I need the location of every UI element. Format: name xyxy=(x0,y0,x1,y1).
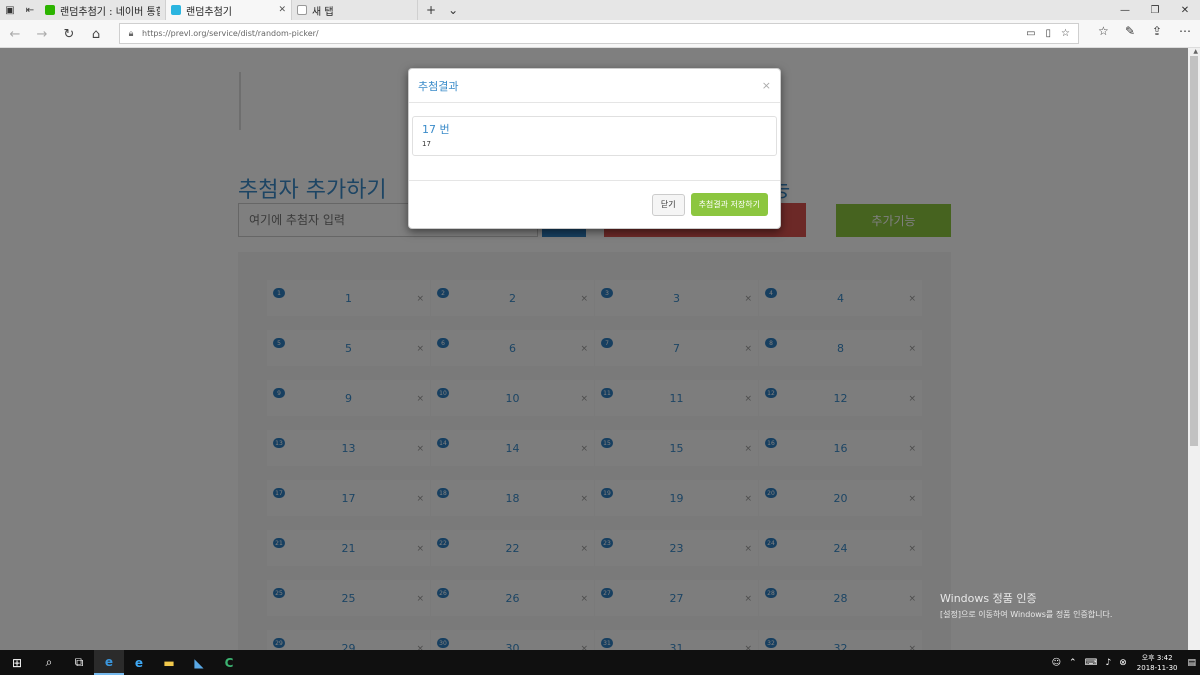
windows-start-icon[interactable]: ⊞ xyxy=(0,650,34,675)
scroll-up-icon[interactable]: ▲ xyxy=(1193,48,1198,55)
notification-error-icon[interactable]: ⊗ xyxy=(1115,658,1131,668)
favorites-hub-icon[interactable]: ☆ xyxy=(1098,24,1109,38)
scrollbar[interactable]: ▲ xyxy=(1188,48,1200,650)
lock-icon: 🔒︎ xyxy=(128,28,134,39)
app-c-icon[interactable]: C xyxy=(214,650,244,675)
tab-label: 새 탭 xyxy=(312,6,334,18)
pen-icon[interactable]: ✎ xyxy=(1125,24,1135,38)
url-text: https://prevl.org/service/dist/random-pi… xyxy=(142,29,319,38)
more-icon[interactable]: ⋯ xyxy=(1179,24,1191,38)
file-explorer-icon[interactable]: ▬ xyxy=(154,650,184,675)
site-favicon-icon xyxy=(171,5,181,15)
internet-explorer-icon[interactable]: e xyxy=(124,650,154,675)
edge-icon[interactable]: e xyxy=(94,650,124,675)
tab-label: 랜덤추첨기 : 네이버 통합검 xyxy=(60,6,160,18)
reading-view-icon[interactable]: ▭ xyxy=(1026,28,1035,39)
clock[interactable]: 오후 3:42 2018-11-30 xyxy=(1131,653,1184,673)
close-tab-icon[interactable]: ✕ xyxy=(278,5,286,15)
store-icon[interactable]: ◣ xyxy=(184,650,214,675)
forward-arrow-icon[interactable]: → xyxy=(32,24,52,44)
refresh-icon[interactable]: ↻ xyxy=(59,24,79,44)
clock-time: 오후 3:42 xyxy=(1141,653,1173,662)
modal-body: 17 번 17 xyxy=(409,103,780,181)
back-arrow-icon[interactable]: ← xyxy=(5,24,25,44)
favorite-star-icon[interactable]: ☆ xyxy=(1061,28,1070,39)
share-icon[interactable]: ⇪ xyxy=(1152,24,1162,38)
modal-footer: 닫기 추첨결과 저장하기 xyxy=(409,181,780,216)
result-title: 17 번 xyxy=(422,123,450,136)
tray-chevron-up-icon[interactable]: ⌃ xyxy=(1065,658,1081,668)
activation-watermark: Windows 정품 인증 [설정]으로 이동하여 Windows를 정품 인증… xyxy=(940,590,1112,620)
chevron-down-icon[interactable]: ⌄ xyxy=(448,3,458,17)
scrollbar-thumb[interactable] xyxy=(1190,56,1198,446)
url-field[interactable]: 🔒︎ https://prevl.org/service/dist/random… xyxy=(119,23,1079,44)
result-value: 17 xyxy=(422,140,431,148)
minimize-icon[interactable]: — xyxy=(1110,0,1140,20)
close-icon[interactable]: × xyxy=(762,79,771,92)
book-icon[interactable]: ▯ xyxy=(1046,28,1052,39)
watermark-text: [설정]으로 이동하여 Windows를 정품 인증합니다. xyxy=(940,610,1113,619)
new-tab-favicon-icon xyxy=(297,5,307,15)
tab-label: 랜덤추첨기 xyxy=(186,6,232,18)
naver-favicon-icon xyxy=(45,5,55,15)
close-window-icon[interactable]: ✕ xyxy=(1170,0,1200,20)
result-modal: 추첨결과 × 17 번 17 닫기 추첨결과 저장하기 xyxy=(408,68,781,229)
address-bar: ← → ↻ ⌂ 🔒︎ https://prevl.org/service/dis… xyxy=(0,20,1200,48)
tab-naver-search[interactable]: 랜덤추첨기 : 네이버 통합검 xyxy=(40,0,166,20)
tab-preview-icon[interactable]: ▣ xyxy=(0,0,20,20)
modal-header: 추첨결과 × xyxy=(409,69,780,103)
new-tab-plus-icon[interactable]: + xyxy=(426,3,436,17)
watermark-title: Windows 정품 인증 xyxy=(940,592,1037,605)
web-page: 추첨자 추가하기 능 추가기능 11×22×33×44×55×66×77×88×… xyxy=(0,48,1200,650)
task-view-icon[interactable]: ⧉ xyxy=(64,650,94,675)
tab-bar: ▣ ⇤ 랜덤추첨기 : 네이버 통합검 랜덤추첨기 ✕ 새 탭 + ⌄ — ❐ … xyxy=(0,0,1200,20)
home-icon[interactable]: ⌂ xyxy=(86,24,106,44)
search-icon[interactable]: ⌕ xyxy=(34,650,64,675)
action-center-icon[interactable]: ▤ xyxy=(1183,658,1200,668)
result-card: 17 번 17 xyxy=(412,116,777,156)
save-result-button[interactable]: 추첨결과 저장하기 xyxy=(690,193,768,216)
people-icon[interactable]: ☺ xyxy=(1048,658,1065,668)
restore-icon[interactable]: ❐ xyxy=(1140,0,1170,20)
modal-title: 추첨결과 xyxy=(418,79,459,93)
tab-new-tab[interactable]: 새 탭 xyxy=(292,0,418,20)
clock-date: 2018-11-30 xyxy=(1136,663,1178,672)
taskbar: ⊞ ⌕ ⧉ e e ▬ ◣ C ☺ ⌃ ⌨ ♪ ⊗ 오후 3:42 2018-1… xyxy=(0,650,1200,675)
network-icon[interactable]: ⌨ xyxy=(1081,658,1102,668)
volume-icon[interactable]: ♪ xyxy=(1102,658,1116,668)
tab-random-picker[interactable]: 랜덤추첨기 ✕ xyxy=(166,0,292,20)
close-button[interactable]: 닫기 xyxy=(651,193,685,216)
set-aside-tabs-icon[interactable]: ⇤ xyxy=(20,0,40,20)
system-tray: ☺ ⌃ ⌨ ♪ ⊗ 오후 3:42 2018-11-30 ▤ xyxy=(1048,650,1200,675)
